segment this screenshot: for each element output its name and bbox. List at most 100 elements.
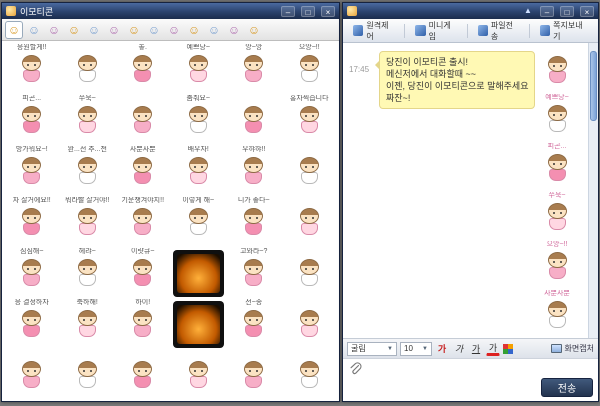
- sticker[interactable]: 축하해!: [60, 299, 116, 350]
- sticker[interactable]: 고와라~?: [226, 248, 282, 299]
- message-input-area: 전송: [343, 358, 598, 401]
- minimize-button[interactable]: –: [540, 6, 554, 17]
- window-title: 이모티콘: [20, 5, 53, 18]
- sticker[interactable]: [282, 350, 338, 401]
- sticker-caption: 예쁘당~: [528, 94, 586, 103]
- sticker[interactable]: 응 결정하자: [4, 299, 60, 350]
- sent-sticker[interactable]: 사뿐사뿐: [528, 290, 586, 338]
- sticker[interactable]: [282, 299, 338, 350]
- toolbar-button-1[interactable]: 원격제어: [347, 17, 400, 45]
- sticker[interactable]: 으앙~!!: [282, 44, 338, 95]
- sticker[interactable]: [60, 44, 116, 95]
- sticker[interactable]: [4, 350, 60, 401]
- toolbar-button-4[interactable]: 쪽지보내기: [534, 17, 594, 45]
- sticker[interactable]: 사뿐사뿐: [115, 146, 171, 197]
- send-button[interactable]: 전송: [541, 378, 593, 397]
- emoticon-tab[interactable]: ☺: [205, 21, 223, 39]
- chat-area: 17:45 당진이 이모티콘 출시!메신저에서 대화할때 ~~이젠, 당진이 이…: [343, 43, 598, 338]
- emoticon-tab[interactable]: ☺: [25, 21, 43, 39]
- sticker[interactable]: 완...전 추...천: [60, 146, 116, 197]
- bold-button[interactable]: 가: [435, 342, 449, 356]
- emoticon-tab[interactable]: ☺: [185, 21, 203, 39]
- toolbar-button-3[interactable]: 파일전송: [472, 17, 525, 45]
- sticker[interactable]: 춤춰요~: [171, 95, 227, 146]
- close-button[interactable]: ×: [580, 6, 594, 17]
- sticker[interactable]: 뭐라빨 잘거야!!: [60, 197, 116, 248]
- sticker[interactable]: 우햐햐!!: [226, 146, 282, 197]
- sticker[interactable]: [173, 301, 225, 348]
- screen-capture-button[interactable]: 화면캡처: [551, 343, 594, 354]
- font-color-button[interactable]: 가: [486, 342, 500, 356]
- italic-button[interactable]: 가: [452, 342, 466, 356]
- emoticon-tab[interactable]: ☺: [85, 21, 103, 39]
- toolbar-button-2[interactable]: 미니게임: [409, 17, 462, 45]
- emoticon-tab[interactable]: ☺: [125, 21, 143, 39]
- emoticon-tab[interactable]: ☺: [105, 21, 123, 39]
- close-button[interactable]: ×: [321, 6, 335, 17]
- sticker[interactable]: 방가워요~!: [4, 146, 60, 197]
- sticker[interactable]: [60, 350, 116, 401]
- sticker[interactable]: 니가 좋다~: [226, 197, 282, 248]
- sticker[interactable]: [226, 95, 282, 146]
- sticker-art: [544, 154, 570, 188]
- emoticon-tab[interactable]: ☺: [165, 21, 183, 39]
- scrollbar-thumb[interactable]: [590, 51, 597, 121]
- sent-sticker[interactable]: 쭈욱~: [528, 192, 586, 241]
- sticker[interactable]: 피곤...: [4, 95, 60, 146]
- sticker-caption: 사뿐사뿐: [528, 290, 586, 299]
- sticker[interactable]: 놓.: [115, 44, 171, 95]
- sticker[interactable]: [115, 95, 171, 146]
- sticker[interactable]: 헤랴~: [60, 248, 116, 299]
- sticker[interactable]: [282, 146, 338, 197]
- underline-button[interactable]: 가: [469, 342, 483, 356]
- sticker[interactable]: 예쁘당~: [171, 44, 227, 95]
- sticker[interactable]: 심심해~: [4, 248, 60, 299]
- sticker[interactable]: 하이!: [115, 299, 171, 350]
- sticker[interactable]: 이렇게 해~: [171, 197, 227, 248]
- sent-sticker[interactable]: 피곤...: [528, 143, 586, 192]
- sticker-art: [241, 310, 267, 344]
- sticker[interactable]: [282, 248, 338, 299]
- sticker-art: [173, 301, 225, 348]
- sticker[interactable]: [115, 350, 171, 401]
- sticker[interactable]: 앙~앙: [226, 44, 282, 95]
- emoticon-tab[interactable]: ☺: [225, 21, 243, 39]
- sticker-art: [185, 208, 211, 242]
- font-select[interactable]: 굴림 ▼: [347, 342, 397, 356]
- sticker[interactable]: 전~송: [226, 299, 282, 350]
- emoticon-tab[interactable]: ☺: [45, 21, 63, 39]
- sticker[interactable]: 자 잘거에요!!: [4, 197, 60, 248]
- maximize-button[interactable]: □: [560, 6, 574, 17]
- emoticon-tab[interactable]: ☺: [65, 21, 83, 39]
- color-palette-icon[interactable]: [503, 344, 513, 354]
- sticker-caption: 으앙~!!: [282, 44, 338, 53]
- sticker[interactable]: 기운챙겨야지!!: [115, 197, 171, 248]
- connection-status-icon: ▲: [522, 6, 534, 16]
- toolbar-separator: [529, 24, 530, 38]
- sticker[interactable]: 응원할게!!: [4, 44, 60, 95]
- sticker[interactable]: 홍차찍습니다: [282, 95, 338, 146]
- emoticon-tab[interactable]: ☺: [145, 21, 163, 39]
- sticker[interactable]: [226, 350, 282, 401]
- emoticon-tab[interactable]: ☺: [5, 21, 23, 39]
- emoticon-tab[interactable]: ☺: [245, 21, 263, 39]
- sticker[interactable]: [173, 250, 225, 297]
- sticker[interactable]: 이럇큐~: [115, 248, 171, 299]
- sticker-art: [241, 208, 267, 242]
- sticker[interactable]: [282, 197, 338, 248]
- sticker[interactable]: [171, 350, 227, 401]
- capture-icon: [551, 344, 562, 353]
- sent-sticker[interactable]: [528, 45, 586, 94]
- emoticon-titlebar[interactable]: 이모티콘 – □ ×: [2, 3, 339, 19]
- font-size-select[interactable]: 10 ▼: [400, 342, 432, 356]
- sticker[interactable]: 쭈욱~: [60, 95, 116, 146]
- sticker-caption: [282, 299, 338, 308]
- attachment-icon[interactable]: [348, 362, 362, 376]
- minimize-button[interactable]: –: [281, 6, 295, 17]
- sticker[interactable]: 배우자!: [171, 146, 227, 197]
- chat-scrollbar[interactable]: [588, 43, 598, 338]
- sent-sticker[interactable]: 예쁘당~: [528, 94, 586, 143]
- sent-sticker[interactable]: 으앙~!!: [528, 241, 586, 290]
- maximize-button[interactable]: □: [301, 6, 315, 17]
- emoticon-tab-strip: ☺☺☺☺☺☺☺☺☺☺☺☺☺: [2, 19, 339, 41]
